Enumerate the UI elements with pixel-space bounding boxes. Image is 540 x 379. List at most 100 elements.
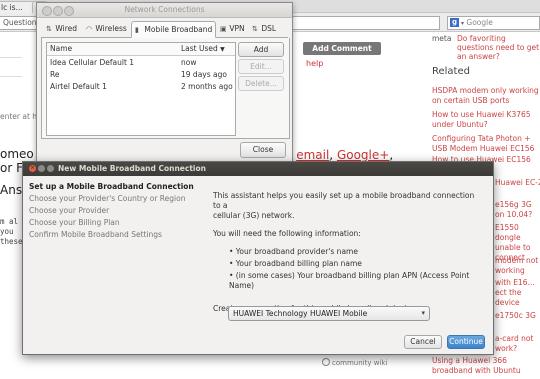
google-icon: g (450, 18, 459, 27)
delete-button[interactable]: Delete... (238, 76, 284, 91)
help-link[interactable]: help (306, 59, 323, 68)
code-fragment: m al (0, 217, 19, 226)
browser-tab-label: lc is... (1, 3, 23, 12)
community-wiki-label: community wiki (332, 359, 388, 367)
email-link[interactable]: email (296, 148, 329, 162)
related-link[interactable]: Configuring Tata Photon + USB Modem Huaw… (432, 134, 540, 154)
address-bar-text: Question (3, 18, 37, 27)
device-select[interactable]: HUAWEI Technology HUAWEI Mobile ▾ (228, 306, 430, 321)
wireless-icon: ◠ (86, 25, 93, 33)
connections-list[interactable]: Name Last Used ▼ Idea Cellular Default 1… (46, 42, 236, 136)
related-link[interactable]: Huawei EC-226 (495, 178, 540, 188)
column-header-label: Last Used (181, 44, 218, 53)
search-box[interactable]: g ▾ Google (447, 16, 540, 30)
page-text-fragment: omeo (0, 147, 34, 161)
page-text-fragment: enter at h (0, 112, 38, 121)
wizard-step: Confirm Mobile Broadband Settings (29, 230, 162, 239)
code-fragment: these (0, 237, 23, 246)
maximize-icon[interactable] (64, 6, 74, 16)
tab-label: Mobile Broadband (144, 25, 213, 34)
wizard-content: This assistant helps you easily set up a… (213, 191, 481, 314)
contact-text: a email, Google+, (285, 148, 393, 162)
related-heading: Related (432, 66, 470, 77)
tab-wired[interactable]: ⇅ Wired (43, 21, 80, 36)
connection-type-tabs: ⇅ Wired ◠ Wireless ▮ Mobile Broadband ▣ … (41, 21, 288, 38)
window-titlebar[interactable]: × New Mobile Broadband Connection (23, 162, 493, 176)
related-link[interactable]: How to use Huawei K3765 under Ubuntu? (432, 110, 540, 130)
address-bar-right[interactable] (292, 16, 440, 30)
related-link[interactable]: e156g 3G on 10.04? (495, 200, 540, 220)
dropdown-arrow-icon[interactable]: ▾ (461, 20, 464, 27)
search-placeholder: Google (466, 18, 493, 27)
column-header-name[interactable]: Name (50, 43, 72, 55)
connections-panel: Name Last Used ▼ Idea Cellular Default 1… (41, 38, 290, 139)
list-item[interactable]: Re 19 days ago (47, 69, 235, 80)
community-wiki-option[interactable]: community wiki (322, 358, 387, 367)
device-select-value: HUAWEI Technology HUAWEI Mobile (233, 309, 368, 318)
close-icon[interactable] (42, 6, 52, 16)
related-link[interactable]: e1750c 3G (495, 311, 540, 321)
cancel-button[interactable]: Cancel (404, 335, 442, 349)
connection-name: Re (50, 70, 60, 79)
column-header-last-used[interactable]: Last Used ▼ (181, 43, 225, 56)
connection-name: Airtel Default 1 (50, 82, 107, 91)
related-link[interactable]: modem not working (495, 256, 540, 276)
mobile-broadband-icon: ▮ (135, 26, 139, 34)
related-link[interactable]: Using a Huawei 366 broadband with Ubuntu… (432, 356, 540, 376)
network-connections-window: Network Connections ⇅ Wired ◠ Wireless ▮… (36, 2, 293, 165)
window-titlebar[interactable]: Network Connections (37, 3, 292, 18)
tab-label: VPN (229, 24, 245, 33)
close-button[interactable]: Close (240, 142, 286, 158)
tab-mobile-broadband[interactable]: ▮ Mobile Broadband (131, 21, 217, 38)
connection-last-used: 19 days ago (181, 70, 227, 79)
connection-last-used: 2 months ago (181, 82, 233, 91)
comma: , (389, 148, 394, 162)
list-item[interactable]: Airtel Default 1 2 months ago (47, 81, 235, 92)
meta-label: meta (432, 34, 452, 43)
list-header: Name Last Used ▼ (47, 43, 235, 56)
divider (0, 57, 22, 58)
minimize-icon[interactable] (53, 6, 63, 16)
connection-last-used: now (181, 58, 197, 67)
wizard-step: Set up a Mobile Broadband Connection (29, 182, 194, 191)
tab-dsl[interactable]: ⇅ DSL (249, 21, 279, 36)
continue-button[interactable]: Continue (447, 335, 485, 349)
related-link[interactable]: with E16... ect the device (495, 278, 540, 308)
requirements-heading: You will need the following information: (213, 229, 361, 238)
vpn-lock-icon: ▣ (220, 25, 227, 33)
window-title: New Mobile Broadband Connection (58, 164, 206, 173)
requirement-item: • Your broadband billing plan name (229, 259, 362, 268)
list-item[interactable]: Idea Cellular Default 1 now (47, 57, 235, 68)
maximize-icon[interactable] (47, 165, 54, 172)
edit-button[interactable]: Edit... (238, 59, 284, 74)
tab-label: Wired (55, 24, 78, 33)
sort-arrow-icon: ▼ (220, 46, 225, 53)
wizard-step: Choose your Provider's Country or Region (29, 194, 186, 203)
intro-text: This assistant helps you easily set up a… (213, 191, 475, 210)
add-comment-button[interactable]: Add Comment (303, 42, 381, 55)
dsl-icon: ⇅ (252, 25, 258, 33)
comma: , (329, 148, 334, 162)
wired-icon: ⇅ (46, 25, 52, 33)
tab-wireless[interactable]: ◠ Wireless (83, 21, 130, 36)
tab-vpn[interactable]: ▣ VPN (217, 21, 248, 36)
requirement-item: • Your broadband provider's name (229, 247, 358, 256)
page-text-fragment: or F (0, 161, 23, 175)
meta-link[interactable]: Do favoriting questions need to get an a… (457, 34, 540, 61)
intro-text: cellular (3G) network. (213, 211, 295, 220)
google-plus-link[interactable]: Google+ (337, 148, 389, 162)
related-link[interactable]: HSDPA modem only working on certain USB … (432, 86, 540, 106)
minimize-icon[interactable] (38, 165, 45, 172)
requirement-item: • (in some cases) Your broadband billing… (229, 271, 470, 290)
wizard-step: Choose your Billing Plan (29, 218, 120, 227)
wizard-steps: Set up a Mobile Broadband Connection Cho… (23, 177, 209, 354)
related-link[interactable]: a-card not work? (495, 334, 540, 354)
chevron-down-icon: ▾ (421, 309, 425, 317)
tab-label: Wireless (95, 24, 127, 33)
wizard-step: Choose your Provider (29, 206, 110, 215)
radio-icon[interactable] (322, 358, 330, 366)
mobile-broadband-wizard-window: × New Mobile Broadband Connection Set up… (22, 161, 494, 355)
add-button[interactable]: Add (238, 42, 284, 57)
connection-name: Idea Cellular Default 1 (50, 58, 135, 67)
close-icon[interactable]: × (29, 165, 36, 172)
